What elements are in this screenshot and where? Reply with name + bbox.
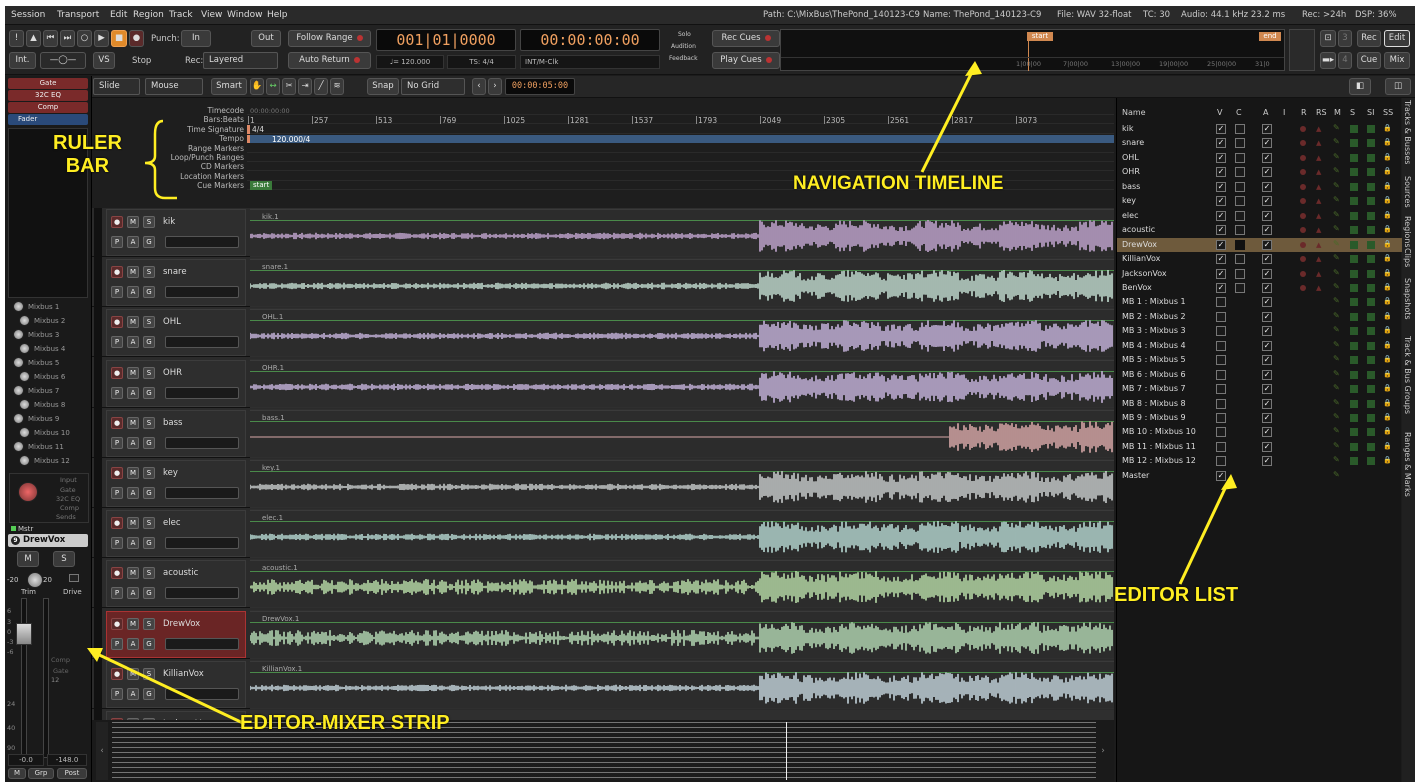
- navigation-annotation: NAVIGATION TIMELINE: [793, 173, 1004, 194]
- ruler-brace: [144, 119, 177, 200]
- strip-arrow-line: [92, 650, 246, 726]
- nav-arrow-head: [965, 61, 982, 76]
- daw-window: Session Transport Edit Region Track View…: [5, 6, 1415, 782]
- list-arrow-head: [1221, 474, 1237, 490]
- nav-arrow-line: [920, 65, 977, 173]
- annotation-overlay: [87, 61, 1237, 726]
- editor-list-annotation: EDITOR LIST: [1114, 584, 1239, 606]
- list-arrow-line: [1178, 479, 1231, 585]
- strip-annotation: EDITOR-MIXER STRIP: [240, 712, 450, 734]
